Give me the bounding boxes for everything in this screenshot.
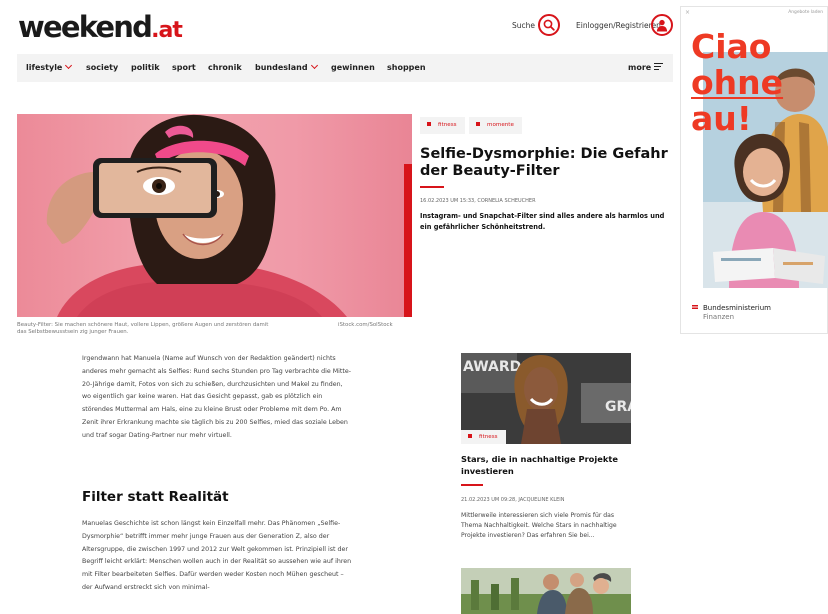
ad-brand-name: Bundesministerium	[703, 304, 771, 312]
chevron-down-icon	[65, 61, 73, 70]
nav-item-label: gewinnen	[331, 63, 375, 72]
nav-item-bundesland[interactable]: bundesland	[255, 54, 318, 82]
nav-item-shoppen[interactable]: shoppen	[387, 54, 426, 82]
main-navigation: lifestyle society politik sport chronik …	[17, 54, 673, 82]
site-logo[interactable]: weekend.at	[18, 10, 183, 44]
ad-slogan: Ciao ohne au!	[691, 29, 783, 137]
nav-item-gewinnen[interactable]: gewinnen	[331, 54, 375, 82]
tag-fitness[interactable]: fitness	[420, 117, 465, 134]
hero-illustration	[46, 114, 347, 317]
ad-slogan-line: Ciao	[691, 27, 772, 66]
article-hero-image	[17, 114, 412, 317]
article-paragraph-2: Manuelas Geschichte ist schon längst kei…	[82, 520, 352, 591]
teaser-title-underline	[461, 484, 483, 486]
tag-momente[interactable]: momente	[469, 117, 522, 134]
hero-accent-bar	[404, 164, 412, 317]
article-title: Selfie-Dysmorphie: Die Gefahr der Beauty…	[420, 146, 668, 179]
ad-brand: Bundesministerium Finanzen	[692, 304, 771, 322]
nav-item-label: politik	[131, 63, 160, 72]
teaser-tag-fitness[interactable]: fitness	[461, 430, 506, 444]
ad-slogan-line: au!	[691, 99, 752, 138]
ad-brand-sub: Finanzen	[703, 313, 735, 321]
title-underline	[420, 186, 444, 188]
menu-icon	[654, 63, 664, 70]
nav-item-label: shoppen	[387, 63, 426, 72]
teaser-image[interactable]	[461, 568, 631, 614]
image-caption: Beauty-Filter: Sie machen schönere Haut,…	[17, 322, 269, 335]
nav-more-button[interactable]: more	[628, 54, 664, 82]
nav-item-label: chronik	[208, 63, 242, 72]
article-subheading: Filter statt Realität	[82, 489, 229, 505]
article-paragraph-1: Irgendwann hat Manuela (Name auf Wunsch …	[82, 355, 352, 439]
nav-item-label: lifestyle	[26, 63, 63, 72]
nav-item-sport[interactable]: sport	[172, 54, 196, 82]
ad-close-icon[interactable]: ×	[685, 9, 690, 16]
austria-flag-icon	[692, 305, 698, 309]
nav-item-label: society	[86, 63, 119, 72]
ad-slogan-line: ohne	[691, 63, 784, 102]
article-lead: Instagram- und Snapchat-Filter sind alle…	[420, 212, 665, 231]
search-icon[interactable]	[538, 14, 560, 36]
teaser-image-text: GRA	[605, 399, 631, 415]
teaser-meta: 21.02.2023 UM 09:28, JACQUELINE KLEIN	[461, 497, 565, 503]
teaser-text: Mittlerweile interessieren sich viele Pr…	[461, 512, 617, 540]
advertisement[interactable]: × Angebote laden Ciao ohne au! Bundesmin…	[680, 6, 828, 334]
article-meta: 16.02.2023 UM 15:33, CORNELIA SCHEUCHER	[420, 198, 536, 204]
nav-item-label: sport	[172, 63, 196, 72]
logo-main-text: weekend	[18, 10, 153, 44]
user-icon[interactable]	[651, 14, 673, 36]
ad-label: Angebote laden	[788, 10, 823, 15]
login-label[interactable]: Einloggen/Registrieren	[576, 21, 661, 31]
nav-item-society[interactable]: society	[86, 54, 118, 82]
nav-item-label: bundesland	[255, 63, 308, 72]
teaser-title[interactable]: Stars, die in nachhaltige Projekte inves…	[461, 454, 636, 477]
teaser-illustration	[461, 568, 631, 614]
search-label[interactable]: Suche	[512, 21, 535, 31]
nav-item-lifestyle[interactable]: lifestyle	[26, 54, 73, 82]
nav-item-politik[interactable]: politik	[131, 54, 160, 82]
teaser-image[interactable]: AWARDS GRA fitness	[461, 353, 631, 444]
nav-more-label: more	[628, 63, 652, 72]
image-credit: iStock.com/SolStock	[338, 322, 393, 328]
nav-item-chronik[interactable]: chronik	[208, 54, 242, 82]
logo-suffix-text: .at	[151, 18, 183, 43]
chevron-down-icon	[310, 61, 318, 70]
